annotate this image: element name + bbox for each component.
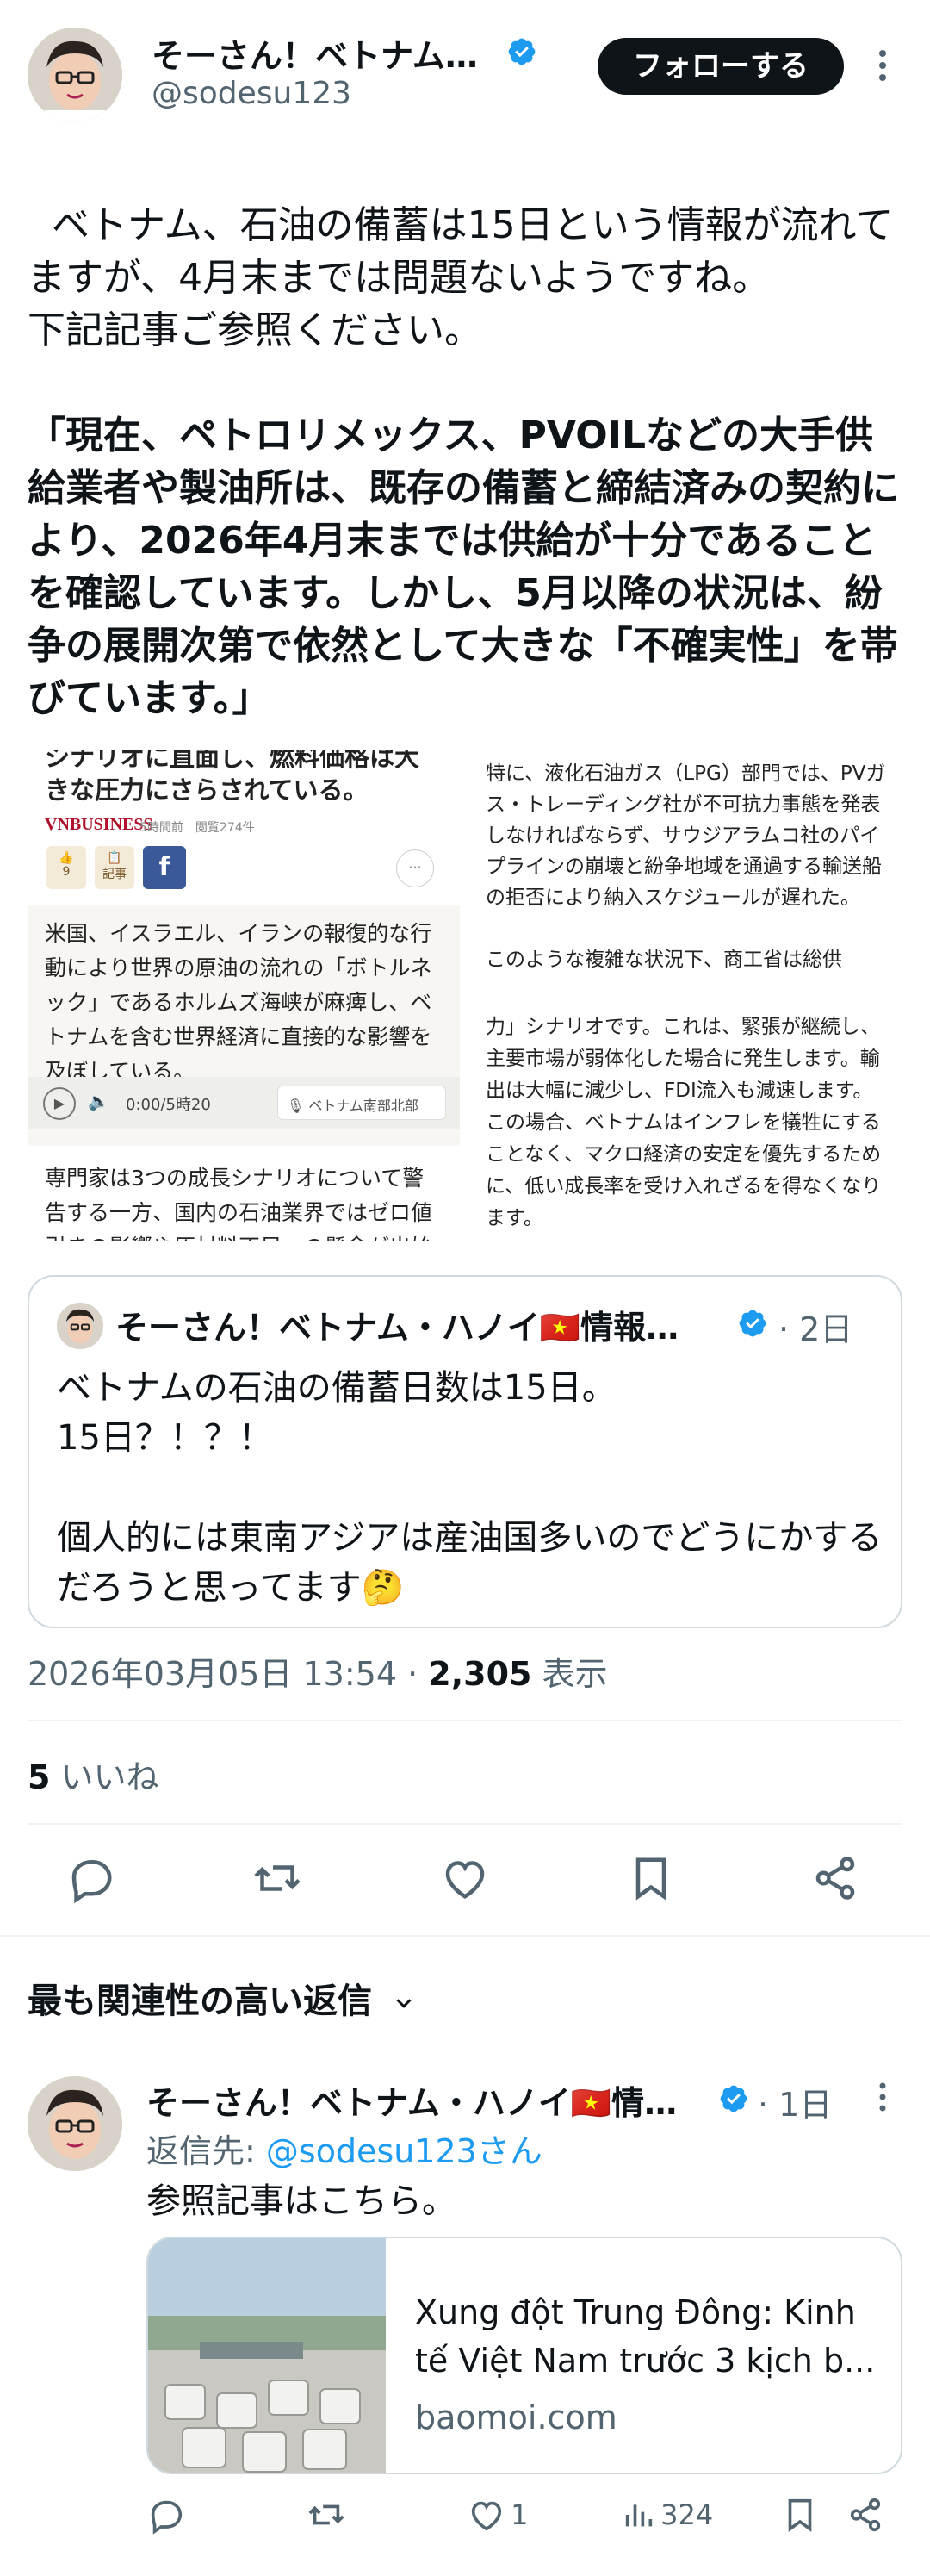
tweet-timestamp[interactable]: 2026年03月05日 13:54 ·	[28, 1655, 428, 1693]
views-chart-icon	[625, 2504, 653, 2527]
reply-share-icon[interactable]	[846, 2495, 885, 2535]
author-avatar[interactable]	[28, 28, 122, 122]
quote-verified-badge-icon	[739, 1310, 766, 1337]
volume-icon[interactable]: 🔈	[88, 1091, 109, 1111]
divider	[0, 1935, 930, 1937]
reply-to-prefix: 返信先:	[146, 2132, 266, 2170]
retweet-icon[interactable]	[251, 1852, 303, 1904]
replies-sort-dropdown[interactable]: 最も関連性の高い返信	[28, 1973, 417, 2023]
article-snippet-top: シナリオに直面し、燃料価格は大きな圧力にさらされている。	[45, 750, 420, 805]
author-name[interactable]: そーさん！ベトナム…	[152, 29, 505, 77]
reply-like-button[interactable]: 1	[467, 2495, 528, 2535]
quote-author-name: そーさん！ベトナム・ハノイ🇻🇳情報…	[115, 1309, 679, 1347]
divider	[28, 1720, 902, 1721]
link-preview-domain: baomoi.com	[415, 2399, 617, 2436]
save-label: 記事	[102, 868, 127, 881]
media-image-1[interactable]: シナリオに直面し、燃料価格は大きな圧力にさらされている。 VNBUSINESS …	[28, 750, 460, 1146]
like-count: 9	[62, 865, 71, 879]
reply-verified-badge-icon	[720, 2085, 747, 2112]
reply-icon[interactable]	[65, 1852, 117, 1904]
quote-text: ベトナムの石油の備蓄日数は15日。 15日？！？！ 個人的には東南アジアは産油国…	[57, 1368, 883, 1608]
quote-author-avatar	[57, 1303, 103, 1349]
reply-reply-icon[interactable]	[146, 2495, 186, 2535]
link-preview-title: Xung đột Trung Đông: Kinh tế Việt Nam tr…	[415, 2293, 876, 2380]
tweet-meta: 2026年03月05日 13:54 · 2,305 表示	[28, 1647, 608, 1695]
more-options-icon[interactable]	[870, 48, 896, 83]
tweet-body: ベトナム、石油の備蓄は15日という情報が流れてますが、4月末までは問題ないようで…	[28, 146, 902, 777]
audio-time: 0:00/5時20	[126, 1096, 211, 1114]
reply-bookmark-icon[interactable]	[780, 2495, 820, 2535]
voice-label: ベトナム南部北部	[308, 1098, 418, 1114]
follow-button[interactable]: フォローする	[598, 38, 844, 95]
article-snippet-middle: 米国、イスラエル、イランの報復的な行動により世界の原油の流れの「ボトルネック」で…	[45, 921, 432, 1084]
article-snippet-right-top: 特に、液化石油ガス（LPG）部門では、PVガス・トレーディング社が不可抗力事態を…	[486, 762, 886, 971]
views-label: 表示	[531, 1655, 608, 1693]
audio-player[interactable]: ▶ 🔈 0:00/5時20 🎙 ベトナム南部北部	[28, 1077, 460, 1129]
likes-summary[interactable]: 5 いいね	[28, 1751, 159, 1798]
like-chip[interactable]: 👍 9	[46, 846, 86, 889]
mic-icon: 🎙	[287, 1098, 305, 1114]
media-image-2[interactable]: 特に、液化石油ガス（LPG）部門では、PVガス・トレーディング社が不可抗力事態を…	[468, 750, 902, 992]
chevron-down-icon	[396, 1999, 412, 2008]
save-chip[interactable]: 📋 記事	[95, 846, 134, 889]
media-image-4[interactable]: 力」シナリオです。これは、緊張が継続し、主要市場が弱体化した場合に発生します。輸…	[468, 999, 902, 1241]
source-meta: 5時間前 閲覧274件	[140, 821, 255, 835]
more-share-icon[interactable]: ···	[396, 849, 434, 887]
media-grid[interactable]: シナリオに直面し、燃料価格は大きな圧力にさらされている。 VNBUSINESS …	[28, 750, 902, 1241]
voice-select[interactable]: 🎙 ベトナム南部北部	[277, 1086, 446, 1120]
article-body-block: 米国、イスラエル、イランの報復的な行動により世界の原油の流れの「ボトルネック」で…	[28, 905, 460, 1146]
reply-time: · 1日	[758, 2086, 833, 2124]
reply-like-icon	[471, 2501, 502, 2531]
reply-to: 返信先: @sodesu123さん	[146, 2125, 542, 2172]
likes-label: いいね	[50, 1758, 159, 1796]
source-logo: VNBUSINESS	[45, 815, 153, 834]
reply-retweet-icon[interactable]	[307, 2495, 346, 2535]
link-preview-card[interactable]: Xung đột Trung Đông: Kinh tế Việt Nam tr…	[146, 2237, 902, 2474]
verified-badge-icon	[508, 38, 536, 65]
article-snippet-bottom: 専門家は3つの成長シナリオについて警告する一方、国内の石油業界ではゼロ値引きの影…	[45, 1166, 433, 1241]
bookmark-icon[interactable]	[625, 1852, 677, 1904]
reply-text: 参照記事はこちら。	[146, 2181, 456, 2221]
divider	[28, 1823, 902, 1825]
play-icon[interactable]: ▶	[43, 1087, 76, 1120]
reply-like-count: 1	[511, 2498, 529, 2531]
quote-time: · 2日	[778, 1310, 853, 1348]
reply-to-handle-link[interactable]: @sodesu123さん	[266, 2132, 542, 2170]
replies-header: 最も関連性の高い返信	[28, 1982, 372, 2021]
likes-count: 5	[28, 1758, 51, 1796]
media-image-3[interactable]: 専門家は3つの成長シナリオについて警告する一方、国内の石油業界ではゼロ値引きの影…	[28, 1153, 460, 1241]
article-snippet-right-bottom: 力」シナリオです。これは、緊張が継続し、主要市場が弱体化した場合に発生します。輸…	[486, 1016, 882, 1229]
views-count: 2,305	[428, 1655, 532, 1693]
quoted-tweet[interactable]: そーさん！ベトナム・ハノイ🇻🇳情報… · 2日 ベトナムの石油の備蓄日数は15日…	[28, 1275, 902, 1628]
share-icon[interactable]	[809, 1852, 861, 1904]
tweet-text-quote: 「現在、ペトロリメックス、PVOILなどの大手供給業者や製油所は、既存の備蓄と締…	[28, 414, 899, 720]
reply-author-name[interactable]: そーさん！ベトナム・ハノイ🇻🇳情…	[146, 2076, 715, 2124]
author-handle[interactable]: @sodesu123	[152, 76, 351, 111]
reply-author-avatar[interactable]	[28, 2076, 122, 2171]
reply-view-count: 324	[660, 2498, 714, 2531]
like-icon[interactable]	[439, 1852, 491, 1904]
facebook-share-button[interactable]: f	[143, 846, 186, 889]
reply-views-button[interactable]: 324	[622, 2495, 713, 2535]
tweet-text-plain: ベトナム、石油の備蓄は15日という情報が流れてますが、4月末までは問題ないようで…	[28, 203, 894, 352]
link-preview-image	[148, 2238, 386, 2473]
thumb-icon: 👍	[59, 851, 74, 865]
bookmark-icon: 📋	[107, 851, 122, 865]
reply-more-options-icon[interactable]	[871, 2081, 894, 2112]
